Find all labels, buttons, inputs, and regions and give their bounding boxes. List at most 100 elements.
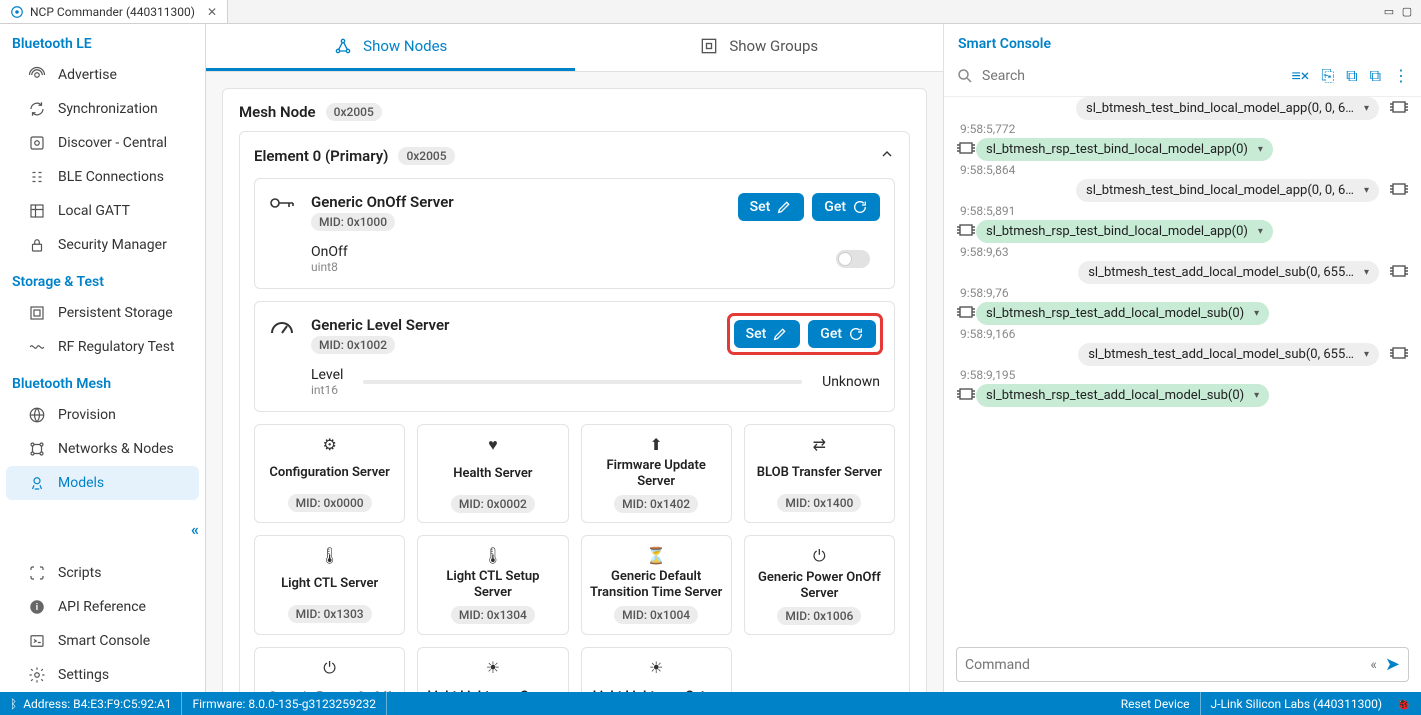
sidebar-item-local-gatt[interactable]: Local GATT (6, 194, 199, 228)
sidebar-item-rf-test[interactable]: RF Regulatory Test (6, 330, 199, 364)
more-icon[interactable]: ⋮ (1393, 66, 1409, 86)
model-title: Generic OnOff Server (311, 193, 454, 211)
window-tab[interactable]: NCP Commander (440311300) ✕ (0, 0, 228, 23)
console-command-input-row: « ➤ (956, 647, 1409, 682)
sidebar-item-label: Settings (58, 667, 109, 683)
log-resp-pill[interactable]: sl_btmesh_rsp_test_bind_local_model_app(… (976, 220, 1273, 243)
sidebar-item-networks-nodes[interactable]: Networks & Nodes (6, 432, 199, 466)
model-card-mid: MID: 0x1304 (451, 606, 535, 624)
sidebar-item-models[interactable]: Models (6, 466, 199, 500)
set-button[interactable]: Set (738, 193, 805, 221)
chip-icon[interactable] (956, 386, 976, 405)
chevron-down-icon[interactable]: ▾ (1250, 390, 1259, 401)
chip-icon[interactable] (1389, 181, 1409, 200)
model-card[interactable]: ⏻ Generic Power OnOff Server MID: 0x1006 (744, 535, 895, 635)
model-card-icon: ⏻ (753, 546, 886, 566)
log-resp-row: sl_btmesh_rsp_test_bind_local_model_app(… (956, 220, 1409, 243)
chevron-up-icon[interactable] (879, 146, 895, 166)
minimize-icon[interactable]: ▭ (1381, 5, 1397, 18)
tab-label: Show Groups (729, 37, 818, 55)
console-log-list[interactable]: sl_btmesh_test_bind_local_model_app(0, 0… (944, 97, 1421, 639)
model-card-title: Health Server (426, 459, 559, 489)
param-name: Level (311, 367, 343, 383)
model-card[interactable]: 🌡 Light CTL Setup Server MID: 0x1304 (417, 535, 568, 635)
model-card[interactable]: ⏳ Generic Default Transition Time Server… (581, 535, 732, 635)
chevron-down-icon[interactable]: ▾ (1360, 267, 1369, 278)
smart-console-panel: Smart Console ≡× ⎘ ⧉ ⧉ ⋮ sl_btmesh_test_… (943, 24, 1421, 692)
element-header[interactable]: Element 0 (Primary) 0x2005 (254, 146, 895, 166)
chevron-down-icon[interactable]: ▾ (1360, 349, 1369, 360)
log-resp-row: sl_btmesh_rsp_test_add_local_model_sub(0… (956, 384, 1409, 407)
model-card[interactable]: ☀ Light Lightness Server (417, 647, 568, 692)
chevron-down-icon[interactable]: ▾ (1254, 144, 1263, 155)
sidebar-item-discover[interactable]: Discover - Central (6, 126, 199, 160)
log-resp-pill[interactable]: sl_btmesh_rsp_test_add_local_model_sub(0… (976, 302, 1269, 325)
sidebar-item-sync[interactable]: Synchronization (6, 92, 199, 126)
log-timestamp: 9:58:9,195 (956, 366, 1409, 384)
model-card-mid: MID: 0x1400 (777, 494, 861, 512)
sidebar-item-smart-console[interactable]: Smart Console (6, 624, 199, 658)
log-resp-row: sl_btmesh_rsp_test_add_local_model_sub(0… (956, 302, 1409, 325)
log-timestamp: 9:58:9,63 (956, 243, 1409, 261)
log-cmd-pill[interactable]: sl_btmesh_test_add_local_model_sub(0, 65… (1078, 261, 1379, 284)
chevron-down-icon[interactable]: ▾ (1254, 226, 1263, 237)
status-address[interactable]: ᛒAddress: B4:E3:F9:C5:92:A1 (0, 692, 182, 715)
sidebar-collapse-icon[interactable]: « (191, 520, 199, 539)
sidebar-section-ble: Bluetooth LE (0, 24, 205, 58)
chip-icon[interactable] (956, 140, 976, 159)
copy-icon[interactable]: ⧉ (1370, 66, 1381, 86)
search-input[interactable] (982, 68, 1283, 84)
sidebar-item-security[interactable]: Security Manager (6, 228, 199, 262)
clear-filter-icon[interactable]: ≡× (1291, 66, 1309, 86)
log-cmd-pill[interactable]: sl_btmesh_test_add_local_model_sub(0, 65… (1078, 343, 1379, 366)
chip-icon[interactable] (1389, 263, 1409, 282)
model-card[interactable]: 🌡 Light CTL Server MID: 0x1303 (254, 535, 405, 635)
level-slider[interactable] (363, 380, 802, 384)
set-button[interactable]: Set (734, 320, 801, 348)
log-cmd-pill[interactable]: sl_btmesh_test_bind_local_model_app(0, 0… (1076, 97, 1379, 120)
sidebar-item-api-ref[interactable]: iAPI Reference (6, 590, 199, 624)
get-button[interactable]: Get (812, 193, 880, 221)
tab-show-nodes[interactable]: Show Nodes (206, 24, 575, 71)
sidebar-section-mesh: Bluetooth Mesh (0, 364, 205, 398)
chevron-down-icon[interactable]: ▾ (1360, 185, 1369, 196)
sidebar-item-advertise[interactable]: Advertise (6, 58, 199, 92)
log-resp-pill[interactable]: sl_btmesh_rsp_test_add_local_model_sub(0… (976, 384, 1269, 407)
model-card[interactable]: ⚙ Configuration Server MID: 0x0000 (254, 424, 405, 523)
model-card[interactable]: ⏻ Generic Power OnOff (254, 647, 405, 692)
chip-icon[interactable] (956, 222, 976, 241)
sidebar-item-ble-connections[interactable]: BLE Connections (6, 160, 199, 194)
sidebar-item-scripts[interactable]: Scripts (6, 556, 199, 590)
model-card[interactable]: ☀ Light Lightness Setup (581, 647, 732, 692)
log-resp-pill[interactable]: sl_btmesh_rsp_test_bind_local_model_app(… (976, 138, 1273, 161)
reset-device-button[interactable]: Reset Device (1111, 692, 1201, 715)
log-cmd-pill[interactable]: sl_btmesh_test_bind_local_model_app(0, 0… (1076, 179, 1379, 202)
model-card[interactable]: ♥ Health Server MID: 0x0002 (417, 424, 568, 523)
sidebar-item-settings[interactable]: Settings (6, 658, 199, 692)
chip-icon[interactable] (1389, 99, 1409, 118)
model-card-mid: MID: 0x1303 (288, 605, 372, 623)
window-title: NCP Commander (440311300) (30, 5, 195, 19)
chip-icon[interactable] (956, 304, 976, 323)
send-icon[interactable]: ➤ (1385, 654, 1400, 675)
model-card[interactable]: ⇄ BLOB Transfer Server MID: 0x1400 (744, 424, 895, 523)
history-icon[interactable]: « (1370, 657, 1377, 673)
close-tab-icon[interactable]: ✕ (207, 5, 217, 19)
get-button[interactable]: Get (808, 320, 876, 348)
sidebar-item-provision[interactable]: Provision (6, 398, 199, 432)
command-input[interactable] (965, 657, 1370, 673)
copy-all-icon[interactable]: ⧉ (1346, 66, 1357, 86)
chevron-down-icon[interactable]: ▾ (1360, 103, 1369, 114)
onoff-toggle[interactable] (836, 250, 870, 268)
export-icon[interactable]: ⎘ (1321, 66, 1334, 86)
status-jlink[interactable]: J-Link Silicon Labs (440311300)🐞 (1201, 692, 1421, 715)
element-addr-badge: 0x2005 (398, 147, 454, 165)
maximize-icon[interactable]: ▢ (1399, 5, 1415, 18)
sidebar-item-persistent-storage[interactable]: Persistent Storage (6, 296, 199, 330)
tab-show-groups[interactable]: Show Groups (575, 24, 944, 71)
log-timestamp: 9:58:5,864 (956, 161, 1409, 179)
model-card[interactable]: ⬆ Firmware Update Server MID: 0x1402 (581, 424, 732, 523)
chip-icon[interactable] (1389, 345, 1409, 364)
model-card-title: Light Lightness Server (426, 681, 559, 692)
chevron-down-icon[interactable]: ▾ (1250, 308, 1259, 319)
